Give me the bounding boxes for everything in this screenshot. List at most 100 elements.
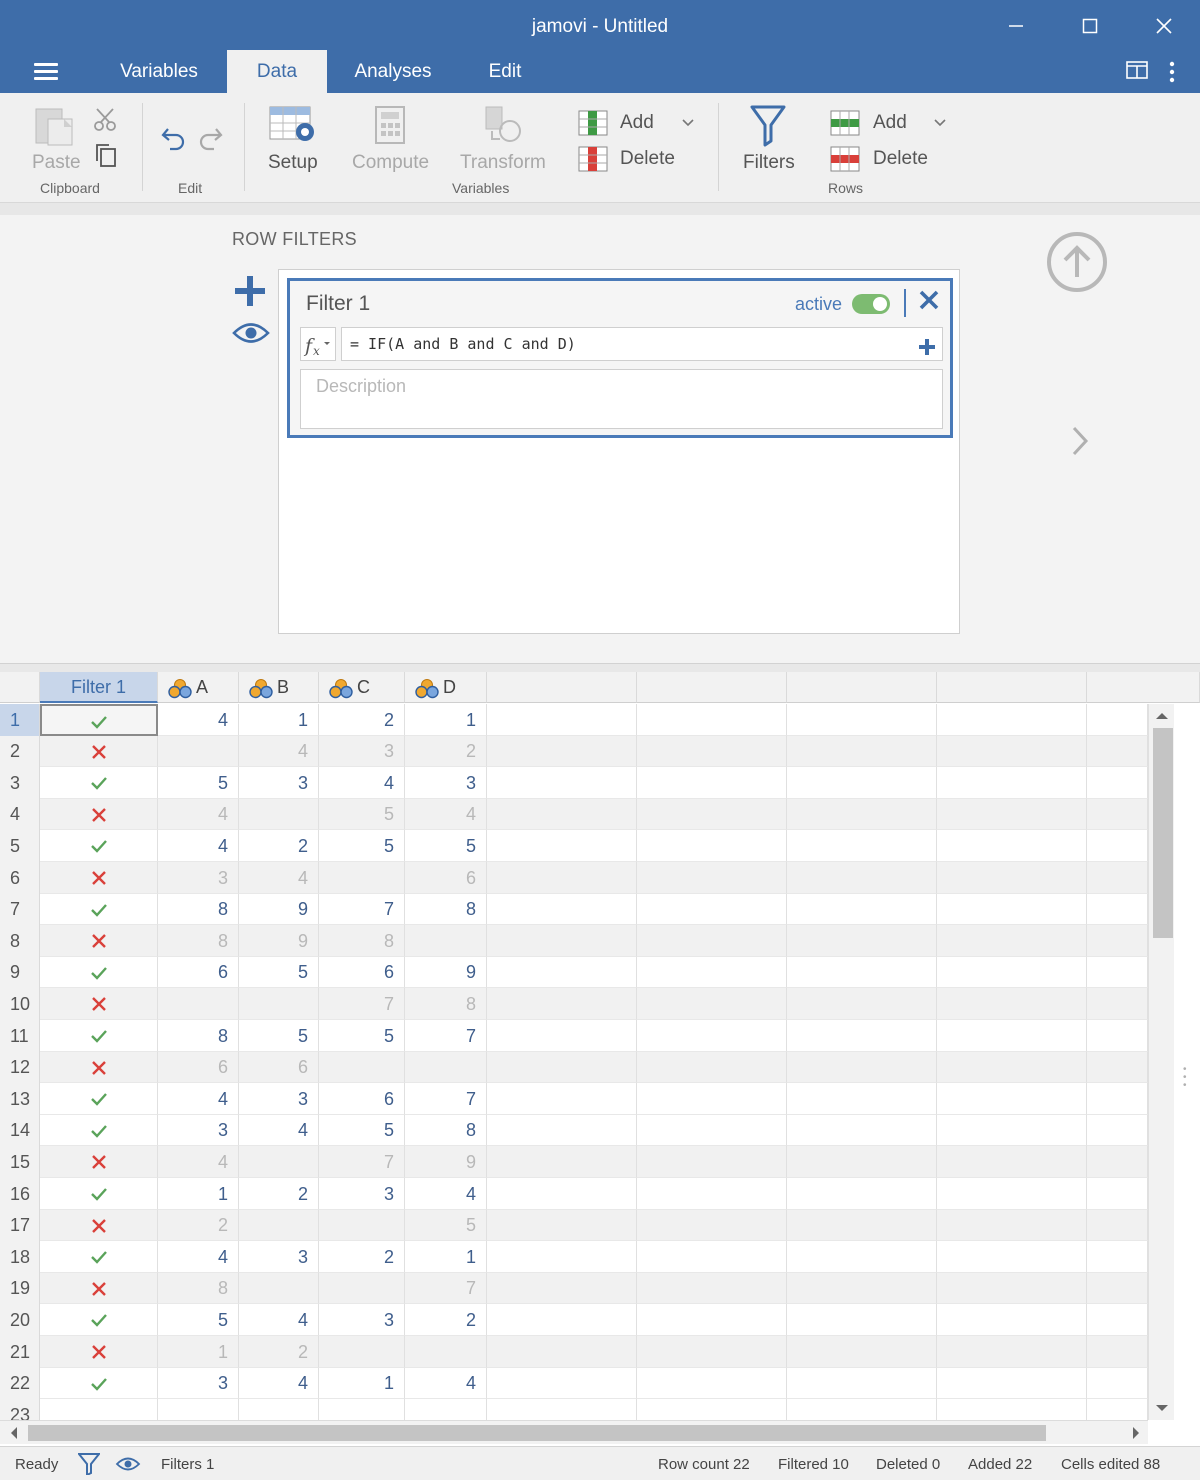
filter-cell[interactable] [40,925,158,957]
filter-cell[interactable] [40,1210,158,1241]
empty-cell[interactable] [487,1083,637,1115]
empty-cell[interactable] [787,1020,937,1052]
row-number[interactable]: 10 [0,988,40,1020]
empty-cell[interactable] [937,862,1087,894]
empty-cell[interactable] [937,1273,1087,1304]
data-cell[interactable]: 6 [158,957,239,988]
vertical-scroll-thumb[interactable] [1153,728,1173,938]
filter-cell[interactable] [40,988,158,1020]
data-cell[interactable] [239,1146,319,1178]
data-cell[interactable]: 1 [239,704,319,736]
empty-cell[interactable] [787,988,937,1020]
empty-cell[interactable] [937,799,1087,830]
empty-cell[interactable] [487,957,637,988]
data-cell[interactable]: 3 [239,767,319,799]
data-cell[interactable]: 5 [158,1304,239,1336]
data-cell[interactable]: 2 [319,1241,405,1273]
empty-cell[interactable] [787,862,937,894]
empty-cell[interactable] [787,1083,937,1115]
data-cell[interactable]: 7 [319,988,405,1020]
row-number[interactable]: 3 [0,767,40,799]
add-filter-button[interactable] [234,275,266,312]
data-cell[interactable] [319,1210,405,1241]
empty-cell[interactable] [787,957,937,988]
data-cell[interactable]: 4 [239,1115,319,1146]
data-cell[interactable]: 4 [239,1304,319,1336]
data-cell[interactable] [319,1336,405,1368]
empty-cell[interactable] [1087,894,1148,925]
layout-toggle-button[interactable] [1126,60,1148,85]
empty-cell[interactable] [637,1336,787,1368]
data-cell[interactable]: 2 [239,830,319,862]
data-cell[interactable]: 4 [239,1368,319,1399]
row-number[interactable]: 8 [0,925,40,957]
empty-cell[interactable] [1087,1083,1148,1115]
empty-cell[interactable] [637,1083,787,1115]
data-cell[interactable]: 8 [319,925,405,957]
tab-analyses[interactable]: Analyses [340,50,446,93]
data-cell[interactable]: 3 [319,1304,405,1336]
data-cell[interactable]: 8 [405,988,487,1020]
filter-cell[interactable] [40,1336,158,1368]
empty-cell[interactable] [937,1052,1087,1083]
row-number[interactable]: 17 [0,1210,40,1241]
empty-cell[interactable] [787,1273,937,1304]
row-number[interactable]: 19 [0,1273,40,1304]
data-cell[interactable]: 1 [319,1368,405,1399]
column-header-a[interactable]: A [158,672,239,703]
data-cell[interactable] [239,799,319,830]
row-number[interactable]: 6 [0,862,40,894]
panel-divider[interactable] [0,663,1200,672]
data-cell[interactable]: 8 [405,894,487,925]
collapse-filters-button[interactable] [1046,231,1108,298]
empty-cell[interactable] [937,1146,1087,1178]
data-cell[interactable] [405,1052,487,1083]
filter-cell[interactable] [40,1304,158,1336]
row-number[interactable]: 5 [0,830,40,862]
data-cell[interactable]: 1 [405,1241,487,1273]
data-cell[interactable]: 5 [319,830,405,862]
row-number[interactable]: 18 [0,1241,40,1273]
data-cell[interactable]: 6 [319,1083,405,1115]
data-cell[interactable] [319,1052,405,1083]
empty-cell[interactable] [487,736,637,767]
empty-column-header[interactable] [637,672,787,703]
row-number[interactable]: 13 [0,1083,40,1115]
redo-button[interactable] [196,123,224,156]
filter-description-input[interactable]: Description [300,369,943,429]
empty-cell[interactable] [1087,736,1148,767]
close-window-button[interactable] [1142,6,1186,46]
empty-column-header[interactable] [1087,672,1200,703]
empty-cell[interactable] [937,1241,1087,1273]
tab-edit[interactable]: Edit [472,50,538,93]
empty-cell[interactable] [787,1052,937,1083]
row-number[interactable]: 9 [0,957,40,988]
filter-name[interactable]: Filter 1 [306,292,370,316]
data-cell[interactable]: 9 [405,957,487,988]
row-number[interactable]: 21 [0,1336,40,1368]
empty-cell[interactable] [787,1399,937,1420]
data-cell[interactable]: 3 [319,736,405,767]
empty-cell[interactable] [487,1336,637,1368]
empty-cell[interactable] [787,1146,937,1178]
data-cell[interactable] [239,1273,319,1304]
data-cell[interactable]: 7 [405,1273,487,1304]
empty-column-header[interactable] [487,672,637,703]
empty-cell[interactable] [637,894,787,925]
empty-cell[interactable] [637,862,787,894]
empty-cell[interactable] [1087,1368,1148,1399]
empty-cell[interactable] [487,1368,637,1399]
row-number[interactable]: 22 [0,1368,40,1399]
filter-cell[interactable] [40,1368,158,1399]
data-cell[interactable]: 3 [158,1368,239,1399]
copy-button[interactable] [95,143,119,174]
delete-row-button[interactable] [830,146,860,177]
sheet-corner[interactable] [0,672,40,703]
filter-cell[interactable] [40,1146,158,1178]
row-number[interactable]: 23 [0,1399,40,1420]
data-cell[interactable] [319,862,405,894]
next-filter-button[interactable] [1068,425,1092,462]
data-cell[interactable]: 8 [158,1273,239,1304]
data-cell[interactable]: 4 [405,1368,487,1399]
data-cell[interactable] [319,1273,405,1304]
